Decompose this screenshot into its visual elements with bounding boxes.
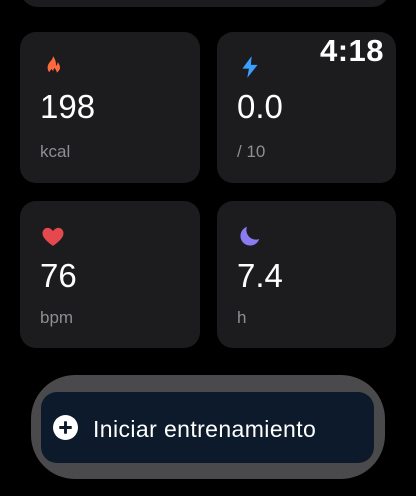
metric-card-calories[interactable]: 198 kcal — [20, 32, 200, 183]
status-time: 4:18 — [319, 33, 384, 68]
heart-rate-unit: bpm — [40, 308, 74, 327]
sleep-unit: h — [237, 308, 247, 327]
start-workout-label: Iniciar entrenamiento — [93, 416, 317, 442]
metric-card-sleep[interactable]: 7.4 h — [217, 201, 396, 348]
flame-icon — [47, 56, 61, 77]
lightning-icon — [242, 56, 258, 78]
watch-screen: 4:18 198 kcal 0.0 / 10 76 bpm 7.4 h Inic… — [0, 0, 416, 496]
sleep-value: 7.4 — [237, 257, 283, 294]
energy-unit: / 10 — [237, 142, 266, 161]
plus-circle-icon — [53, 415, 78, 440]
heart-icon — [42, 227, 64, 246]
heart-rate-value: 76 — [40, 257, 77, 294]
metric-card-heart-rate[interactable]: 76 bpm — [20, 201, 200, 348]
previous-card-peek — [20, 0, 390, 7]
calories-value: 198 — [40, 88, 96, 125]
moon-icon — [240, 226, 260, 246]
calories-unit: kcal — [40, 142, 71, 161]
energy-value: 0.0 — [237, 88, 283, 125]
start-workout-button[interactable]: Iniciar entrenamiento — [41, 392, 374, 463]
